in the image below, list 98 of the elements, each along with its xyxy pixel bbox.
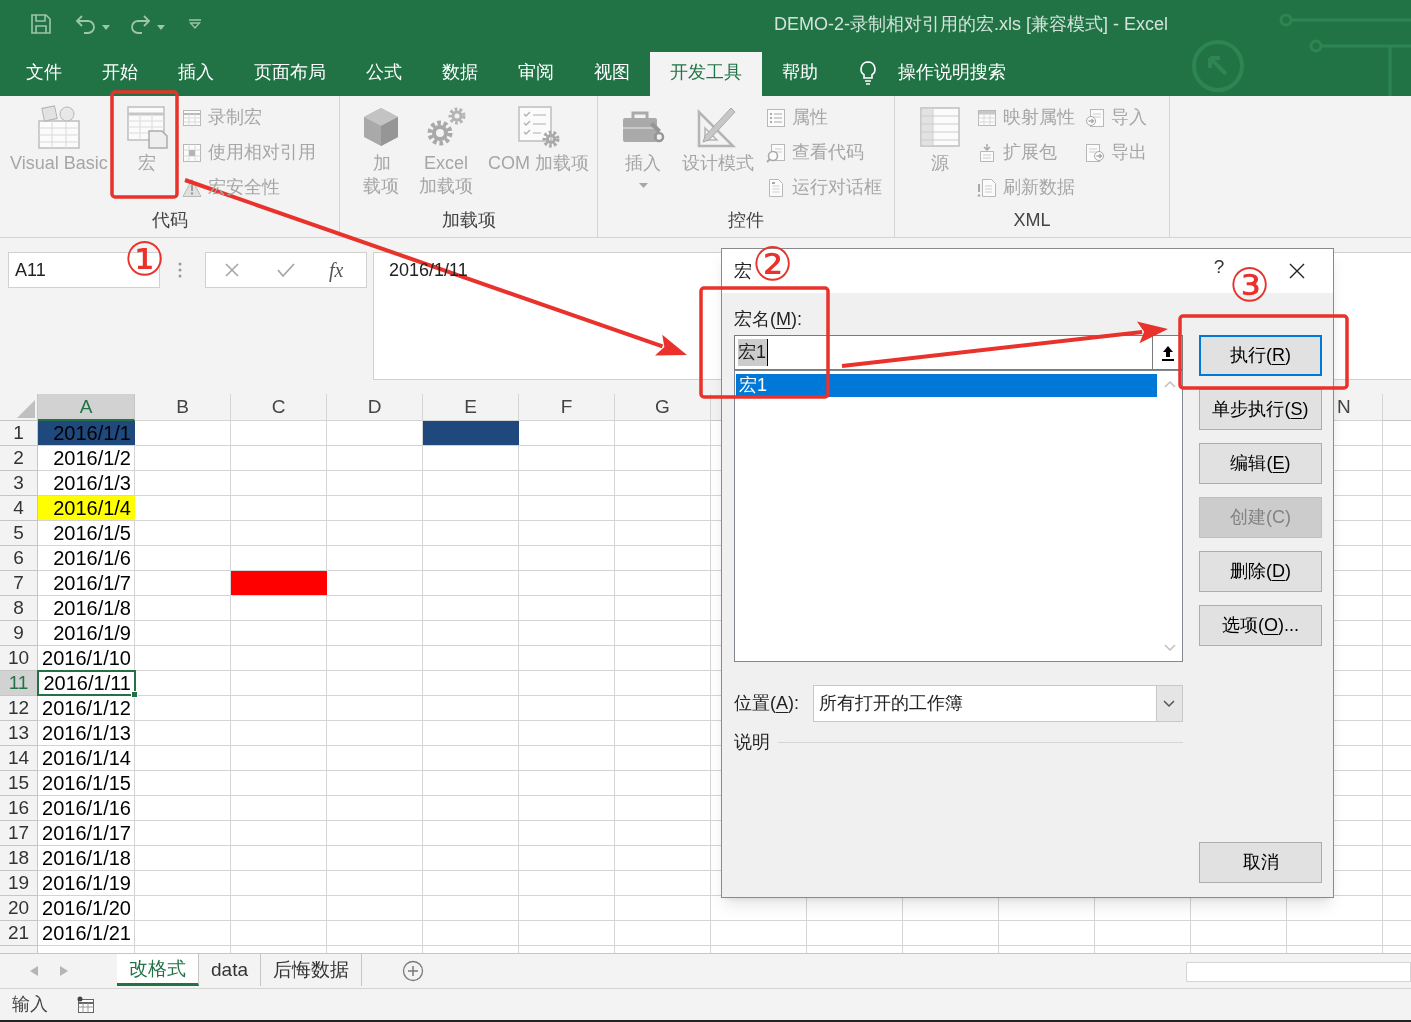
caret-icon (638, 183, 648, 188)
status-text: 输入 (12, 993, 48, 1016)
export-icon (1085, 142, 1105, 163)
redo-icon[interactable] (129, 14, 151, 34)
table-cell[interactable]: 2016/1/9 (38, 621, 135, 645)
ribbon-tab[interactable]: 审阅 (498, 52, 574, 96)
sheet-tab[interactable]: 改格式 (117, 954, 199, 986)
chevron-down-icon (1156, 686, 1182, 721)
window-title: DEMO-2-录制相对引用的宏.xls [兼容模式] - Excel (774, 12, 1168, 36)
table-cell[interactable]: 2016/1/6 (38, 546, 135, 570)
ribbon-tab[interactable]: 开发工具 (650, 52, 762, 96)
ribbon-tab[interactable]: 开始 (82, 52, 158, 96)
field-label: 说明 (734, 731, 770, 754)
table-cell[interactable]: 2016/1/18 (38, 846, 135, 870)
undo-icon[interactable] (75, 14, 97, 34)
ribbon-tab[interactable]: 数据 (422, 52, 498, 96)
dialog-button[interactable]: 执行(R) (1199, 335, 1322, 376)
row-header[interactable]: 11 (0, 671, 38, 696)
table-cell[interactable]: 2016/1/4 (38, 496, 135, 520)
document-alert-icon (977, 177, 997, 198)
fill-handle[interactable] (131, 691, 138, 698)
dialog-title: 宏 (734, 259, 752, 283)
ribbon-tab[interactable]: 插入 (158, 52, 234, 96)
caret-icon[interactable] (157, 24, 165, 30)
table-cell[interactable]: 2016/1/12 (38, 696, 135, 720)
group-label: XML (1012, 209, 1052, 232)
field-label: 位置(A): (734, 693, 799, 713)
chevron-up-icon[interactable] (1164, 381, 1176, 388)
table-cell[interactable]: 2016/1/7 (38, 571, 135, 595)
table-header-icon (977, 107, 997, 128)
location-dropdown[interactable]: 所有打开的工作簿 (813, 685, 1183, 722)
table-cell[interactable]: 2016/1/10 (38, 646, 135, 670)
close-icon (1289, 263, 1305, 279)
ribbon-tab[interactable]: 公式 (346, 52, 422, 96)
list-icon (766, 107, 786, 128)
column-header[interactable]: A (38, 394, 135, 421)
ribbon-tab[interactable]: 文件 (6, 52, 82, 96)
check-icon[interactable] (276, 262, 296, 278)
table-cell[interactable]: 2016/1/20 (38, 896, 135, 920)
table-cell[interactable]: 2016/1/19 (38, 871, 135, 895)
select-all-icon[interactable] (17, 400, 35, 418)
filled-cell[interactable] (231, 571, 327, 595)
dialog-button[interactable]: 单步执行(S) (1199, 389, 1322, 430)
sheet-icon (181, 107, 202, 128)
ribbon-tab[interactable]: 帮助 (762, 52, 838, 96)
help-button[interactable]: ? (1213, 256, 1225, 278)
filled-cell[interactable] (423, 421, 519, 445)
macro-list[interactable]: 宏1 (734, 370, 1183, 662)
table-cell[interactable]: 2016/1/21 (38, 921, 135, 945)
grid-cursor-icon (181, 142, 202, 163)
table-cell[interactable]: 2016/1/16 (38, 796, 135, 820)
table-cell[interactable]: 2016/1/11 (38, 671, 135, 695)
table-cell[interactable]: 2016/1/8 (38, 596, 135, 620)
table-cell[interactable]: 2016/1/2 (38, 446, 135, 470)
ribbon-tab[interactable]: 视图 (574, 52, 650, 96)
macro-record-icon[interactable] (77, 995, 95, 1014)
table-cell[interactable]: 2016/1/13 (38, 721, 135, 745)
spreadsheet-shapes-icon (35, 104, 82, 150)
sheet-tab[interactable]: data (199, 954, 261, 986)
table-cell[interactable]: 2016/1/14 (38, 746, 135, 770)
table-cell[interactable]: 2016/1/5 (38, 521, 135, 545)
table-icon (917, 104, 963, 150)
cancel-icon[interactable] (224, 262, 240, 278)
magnifier-document-icon (766, 142, 786, 163)
package-icon (977, 142, 997, 163)
warning-icon (181, 177, 202, 198)
macro-name-field[interactable]: 宏1 (734, 335, 1153, 370)
document-icon (766, 177, 786, 198)
list-item[interactable]: 宏1 (736, 374, 1157, 397)
group-label: 控件 (727, 209, 765, 232)
ribbon-tab[interactable]: 页面布局 (234, 52, 346, 96)
checklist-gear-icon (515, 104, 562, 150)
add-sheet-icon[interactable] (402, 960, 424, 982)
grip-icon[interactable] (178, 262, 182, 278)
dialog-button[interactable]: 选项(O)... (1199, 605, 1322, 646)
customize-icon[interactable] (189, 19, 201, 29)
lightbulb-icon (858, 59, 878, 86)
insert-function-button[interactable]: fx (329, 255, 344, 285)
save-icon[interactable] (30, 13, 52, 35)
horizontal-scrollbar[interactable] (1186, 962, 1411, 982)
group-label: 代码 (150, 209, 189, 232)
table-cell[interactable]: 2016/1/3 (38, 471, 135, 495)
step-number: ③ (1229, 262, 1271, 308)
import-icon (1085, 107, 1105, 128)
sheet-tab[interactable]: 后悔数据 (261, 954, 362, 986)
scroll-left-icon[interactable] (30, 966, 38, 976)
arrow-up-icon (1160, 344, 1175, 361)
table-cell[interactable]: 2016/1/17 (38, 821, 135, 845)
field-label: 宏名(M): (734, 308, 802, 331)
table-cell[interactable]: 2016/1/15 (38, 771, 135, 795)
dialog-button[interactable]: 编辑(E) (1199, 443, 1322, 484)
dialog-button[interactable]: 取消 (1199, 842, 1322, 883)
dialog-button[interactable]: 删除(D) (1199, 551, 1322, 592)
caret-icon[interactable] (102, 24, 110, 30)
group-label: 加载项 (440, 209, 497, 232)
scroll-right-icon[interactable] (60, 966, 68, 976)
tell-me-search[interactable]: 操作说明搜索 (858, 52, 1006, 96)
chevron-down-icon[interactable] (1164, 644, 1176, 651)
